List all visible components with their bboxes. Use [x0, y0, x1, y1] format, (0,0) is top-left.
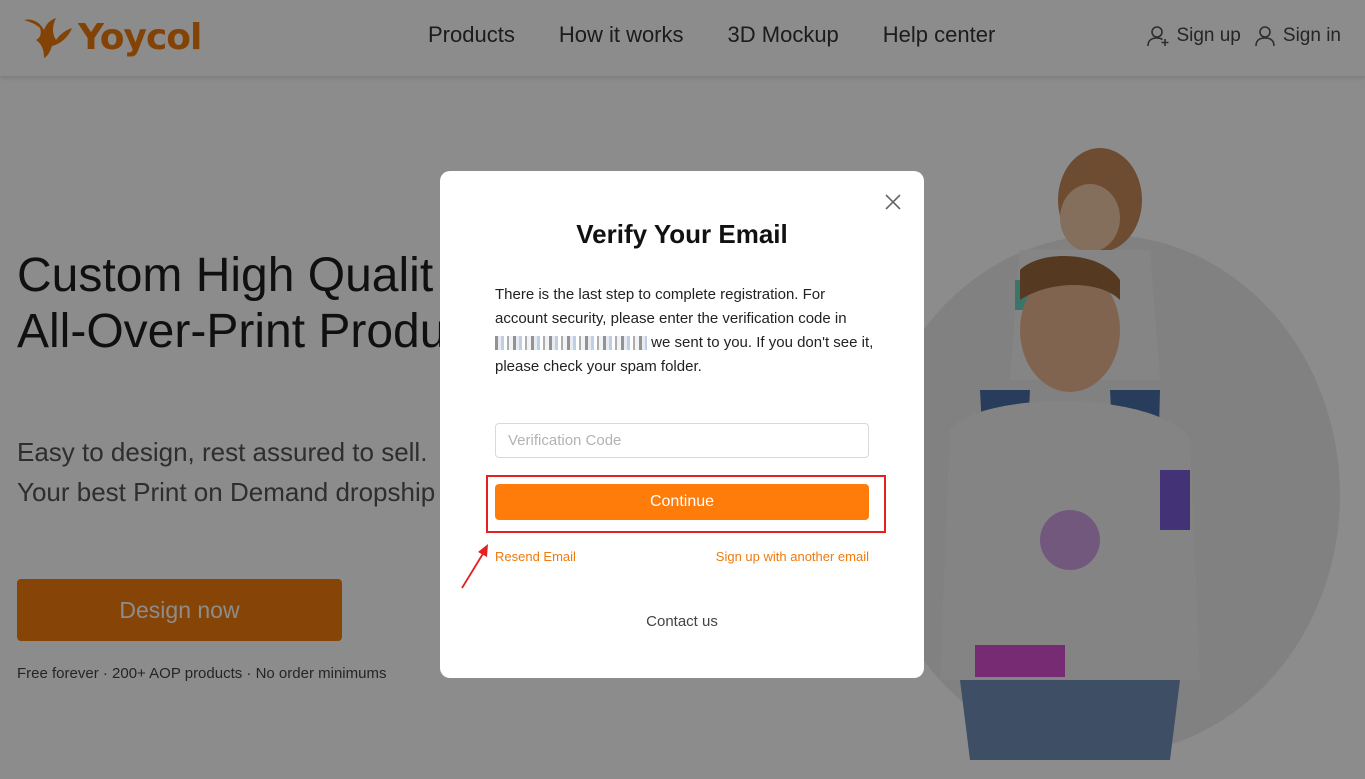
contact-us-link[interactable]: Contact us — [440, 613, 924, 630]
annotation-arrow-icon — [461, 544, 488, 589]
instructions-text-before: There is the last step to complete regis… — [495, 286, 847, 327]
modal-title: Verify Your Email — [576, 219, 788, 249]
verify-email-modal: Verify Your Email There is the last step… — [440, 171, 924, 678]
modal-instructions: There is the last step to complete regis… — [495, 283, 875, 379]
close-icon[interactable] — [884, 193, 902, 211]
continue-button[interactable]: Continue — [495, 484, 869, 520]
resend-email-link[interactable]: Resend Email — [495, 549, 576, 564]
another-email-link[interactable]: Sign up with another email — [716, 549, 869, 564]
verification-code-input[interactable] — [495, 423, 869, 458]
redacted-email — [495, 336, 647, 351]
